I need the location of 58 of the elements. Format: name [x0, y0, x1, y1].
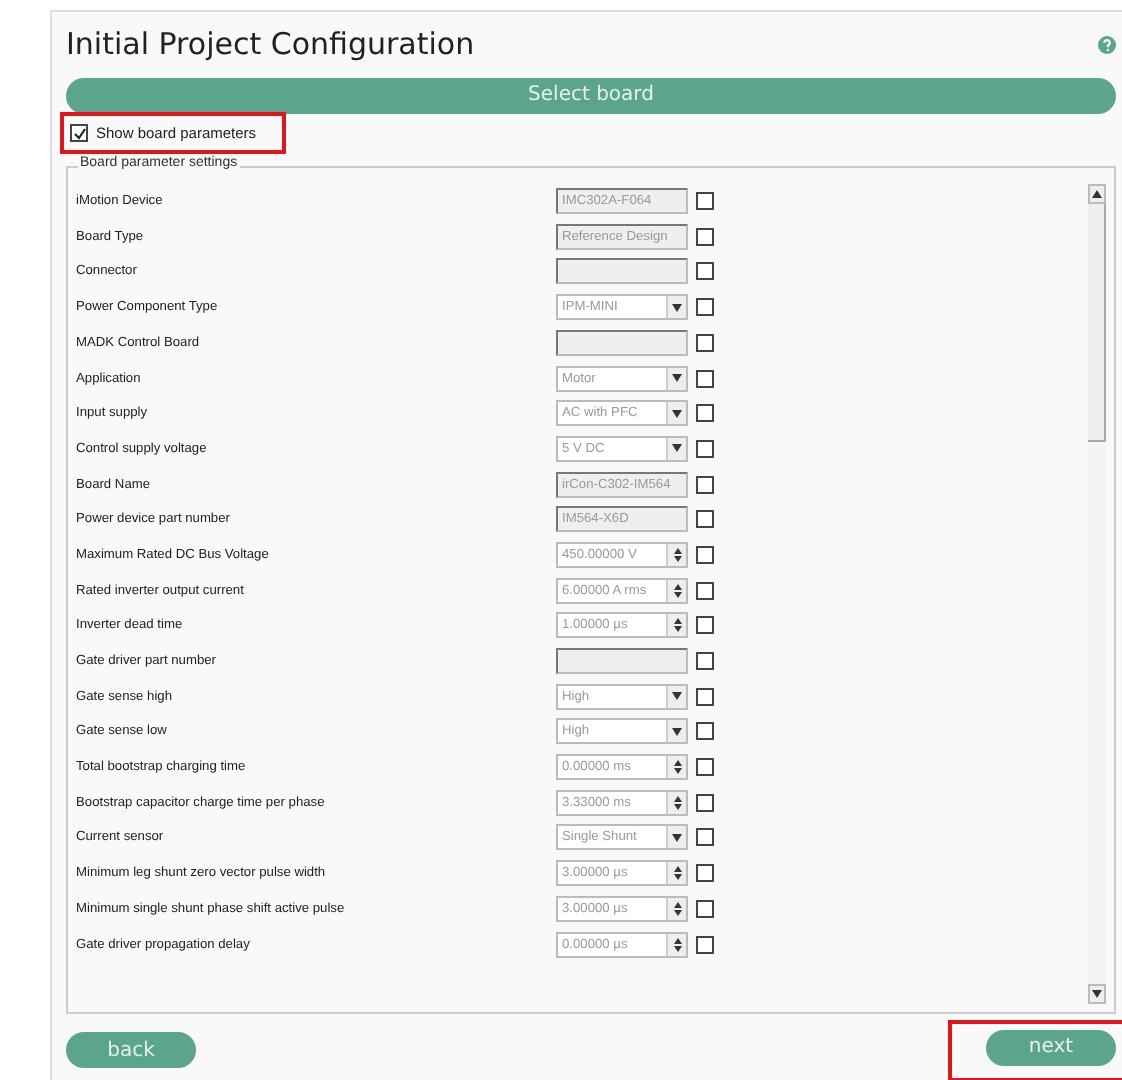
checkbox[interactable]: [696, 828, 714, 847]
checkbox[interactable]: [696, 192, 714, 211]
help-icon[interactable]: [1098, 35, 1116, 54]
spin-down-icon[interactable]: [673, 768, 681, 775]
text-field[interactable]: [556, 258, 688, 285]
spin-down-icon[interactable]: [673, 626, 681, 633]
checkbox[interactable]: [696, 758, 714, 777]
spin-up-icon[interactable]: [673, 795, 681, 802]
select-board-button[interactable]: Select board: [66, 77, 1116, 114]
scroll-down-icon[interactable]: [1092, 990, 1102, 999]
scrollbar[interactable]: [1088, 183, 1106, 1005]
checkbox[interactable]: [696, 262, 714, 281]
spin-up-icon[interactable]: [673, 866, 681, 873]
spin-up-icon[interactable]: [673, 547, 681, 554]
spin-down-icon[interactable]: [673, 874, 681, 881]
spin-up-icon[interactable]: [673, 618, 681, 625]
checkbox[interactable]: [696, 935, 714, 954]
page-title: Initial Project Configuration: [66, 26, 475, 63]
checkbox[interactable]: [696, 652, 714, 671]
checkbox[interactable]: [696, 899, 714, 918]
spin-up-icon[interactable]: [673, 760, 681, 767]
spin-down-icon[interactable]: [673, 803, 681, 810]
spin-down-icon[interactable]: [673, 909, 681, 916]
spin-down-icon[interactable]: [673, 591, 681, 598]
caret-icon[interactable]: [672, 727, 682, 736]
spin-down-icon[interactable]: [673, 555, 681, 562]
text-field[interactable]: [556, 648, 688, 675]
checkbox[interactable]: [696, 439, 714, 458]
caret-icon[interactable]: [672, 303, 682, 312]
back-button[interactable]: back: [66, 1032, 196, 1069]
text-field[interactable]: [556, 329, 688, 356]
checkbox[interactable]: [696, 793, 714, 812]
checkbox[interactable]: [696, 333, 714, 352]
checkbox[interactable]: [70, 124, 88, 143]
caret-icon[interactable]: [672, 374, 682, 383]
checkbox[interactable]: [696, 616, 714, 635]
checkbox[interactable]: [696, 545, 714, 564]
checkbox[interactable]: [696, 369, 714, 388]
checkbox[interactable]: [696, 864, 714, 883]
checkbox[interactable]: [696, 475, 714, 494]
spin-down-icon[interactable]: [673, 945, 681, 952]
caret-icon[interactable]: [672, 444, 682, 453]
next-button[interactable]: next: [986, 1029, 1116, 1066]
checkbox[interactable]: [696, 581, 714, 600]
caret-icon[interactable]: [672, 409, 682, 418]
spin-up-icon[interactable]: [673, 901, 681, 908]
scroll-up-icon[interactable]: [1092, 189, 1102, 198]
spin-up-icon[interactable]: [673, 583, 681, 590]
spin-up-icon[interactable]: [673, 937, 681, 944]
caret-icon[interactable]: [672, 833, 682, 842]
caret-icon[interactable]: [672, 692, 682, 701]
checkbox[interactable]: [696, 687, 714, 706]
checkbox[interactable]: [696, 722, 714, 741]
checkbox[interactable]: [696, 298, 714, 317]
checkbox[interactable]: [696, 227, 714, 246]
checkbox[interactable]: [696, 510, 714, 529]
checkmark-icon: [73, 127, 85, 140]
checkbox[interactable]: [696, 404, 714, 423]
